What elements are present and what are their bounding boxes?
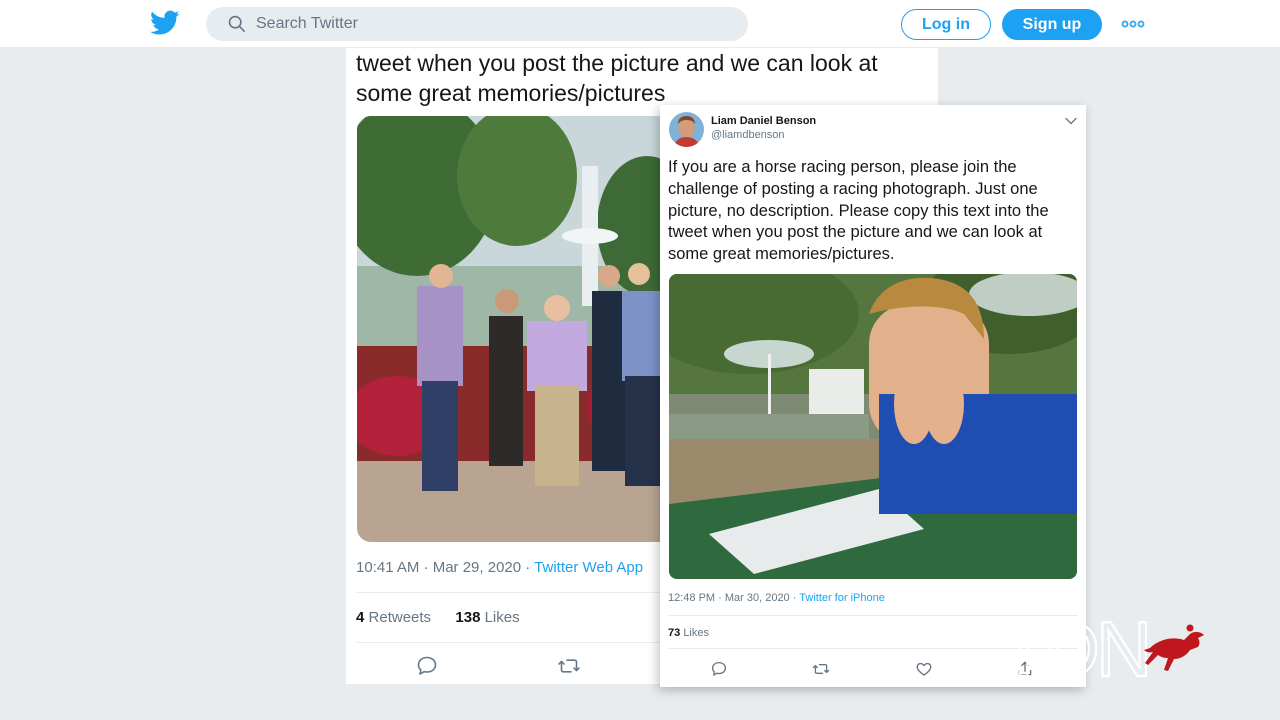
- meta-separator: ·: [521, 559, 535, 576]
- sign-up-button[interactable]: Sign up: [1002, 9, 1102, 40]
- more-icon[interactable]: [1120, 14, 1146, 34]
- meta-separator: ·: [789, 592, 800, 604]
- tweet-source-link[interactable]: Twitter for iPhone: [799, 592, 885, 604]
- tweet-time[interactable]: 10:41 AM · Mar 29, 2020: [356, 559, 521, 576]
- twitter-bird-icon[interactable]: [150, 10, 180, 36]
- likes-stat[interactable]: 138 Likes: [455, 609, 519, 626]
- foreground-tweet: Liam Daniel Benson @liamdbenson If you a…: [660, 105, 1086, 687]
- retweet-icon[interactable]: [557, 654, 581, 678]
- retweets-label: Retweets: [368, 609, 432, 626]
- racing-photo[interactable]: [669, 274, 1077, 579]
- reply-icon[interactable]: [710, 660, 728, 678]
- log-in-button[interactable]: Log in: [901, 9, 991, 40]
- likes-label: Likes: [683, 627, 709, 639]
- author-name[interactable]: Liam Daniel Benson: [711, 115, 816, 127]
- likes-count: 138: [455, 609, 481, 626]
- tweet-time[interactable]: 12:48 PM · Mar 30, 2020: [668, 592, 790, 604]
- retweets-stat[interactable]: 4 Retweets: [356, 609, 431, 626]
- divider: [356, 592, 666, 593]
- search-bar[interactable]: [206, 7, 748, 41]
- tweet-timestamp: 12:48 PM · Mar 30, 2020 · Twitter for iP…: [668, 592, 885, 604]
- likes-label: Likes: [484, 609, 520, 626]
- like-heart-icon[interactable]: [915, 660, 933, 678]
- likes-stat[interactable]: 73 Likes: [668, 627, 709, 639]
- likes-count: 73: [668, 627, 681, 639]
- tweet-timestamp: 10:41 AM · Mar 29, 2020 · Twitter Web Ap…: [356, 559, 643, 576]
- tweet-text: tweet when you post the picture and we c…: [356, 50, 878, 106]
- tdn-logo: TDN: [1000, 608, 1204, 688]
- retweets-count: 4: [356, 609, 365, 626]
- divider: [356, 642, 666, 643]
- retweet-icon[interactable]: [812, 660, 830, 678]
- tdn-logo-text: TDN: [1000, 608, 1148, 688]
- search-input[interactable]: [256, 7, 716, 41]
- tweet-text: If you are a horse racing person, please…: [668, 158, 1049, 264]
- top-navigation-bar: Log in Sign up: [0, 0, 1280, 48]
- avatar[interactable]: [669, 112, 704, 147]
- tweet-stats: 4 Retweets 138 Likes: [356, 609, 520, 626]
- reply-icon[interactable]: [415, 654, 439, 678]
- search-icon: [228, 15, 246, 33]
- author-handle[interactable]: @liamdbenson: [711, 129, 785, 141]
- group-photo[interactable]: [357, 116, 663, 542]
- tweet-source-link[interactable]: Twitter Web App: [534, 559, 643, 576]
- chevron-down-icon[interactable]: [1064, 115, 1078, 127]
